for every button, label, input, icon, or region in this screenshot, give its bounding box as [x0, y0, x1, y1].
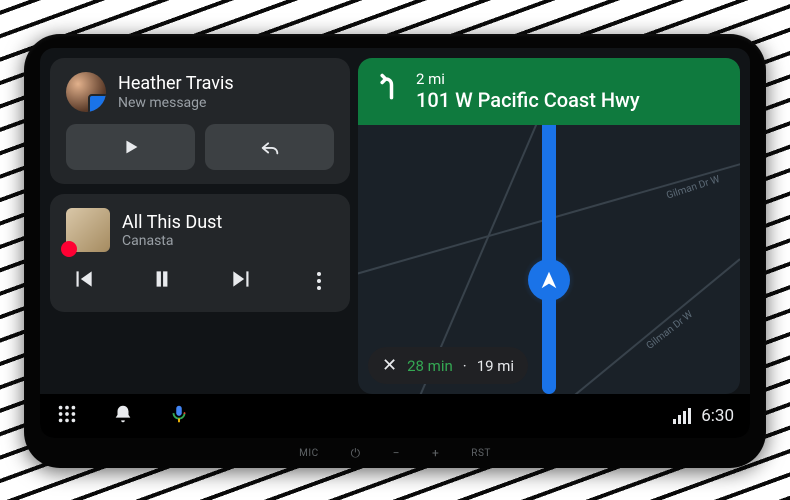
- hw-reset-label[interactable]: RST: [471, 448, 491, 459]
- dashboard-content: Heather Travis New message: [40, 48, 750, 394]
- assistant-button[interactable]: [168, 403, 190, 429]
- notifications-button[interactable]: [112, 403, 134, 429]
- notification-status: New message: [118, 95, 234, 111]
- media-card[interactable]: All This Dust Canasta: [50, 194, 350, 312]
- pause-button[interactable]: [149, 266, 175, 296]
- signal-strength-icon: [673, 408, 691, 424]
- head-unit-device: Heather Travis New message: [24, 34, 766, 468]
- track-title: All This Dust: [122, 212, 222, 233]
- bell-icon: [112, 403, 134, 425]
- sender-name: Heather Travis: [118, 73, 234, 96]
- current-location-marker: [521, 252, 577, 308]
- street-label: Gilman Dr W: [665, 174, 721, 202]
- play-icon: [120, 136, 142, 158]
- previous-track-button[interactable]: [70, 266, 96, 296]
- hw-power-label[interactable]: ⏻: [351, 446, 361, 461]
- sender-avatar: [66, 72, 106, 112]
- turn-left-icon: [374, 72, 402, 100]
- hw-mic-label: MIC: [299, 448, 318, 459]
- eta-distance: 19 mi: [477, 357, 514, 375]
- clock: 6:30: [701, 406, 734, 426]
- skip-next-icon: [229, 266, 255, 292]
- reply-button[interactable]: [205, 124, 334, 170]
- navigation-arrow-icon: [538, 269, 560, 291]
- system-bar: 6:30: [40, 394, 750, 438]
- reply-icon: [259, 136, 281, 158]
- left-column: Heather Travis New message: [50, 58, 350, 394]
- screen: Heather Travis New message: [40, 48, 750, 438]
- close-icon[interactable]: ✕: [382, 355, 397, 376]
- track-artist: Canasta: [122, 233, 222, 249]
- eta-pill[interactable]: ✕ 28 min · 19 mi: [368, 347, 528, 384]
- play-message-button[interactable]: [66, 124, 195, 170]
- street-label: Gilman Dr W: [645, 309, 696, 352]
- album-art: [66, 208, 110, 252]
- navigation-banner[interactable]: 2 mi 101 W Pacific Coast Hwy: [358, 58, 740, 125]
- skip-previous-icon: [70, 266, 96, 292]
- app-launcher-button[interactable]: [56, 403, 78, 429]
- hw-vol-up-label[interactable]: +: [432, 446, 439, 460]
- more-options-button[interactable]: [308, 272, 330, 290]
- apps-grid-icon: [56, 403, 78, 425]
- mic-icon: [168, 403, 190, 425]
- eta-time: 28 min: [407, 357, 453, 375]
- hardware-buttons: MIC ⏻ − + RST: [24, 442, 766, 464]
- maneuver-road: 101 W Pacific Coast Hwy: [416, 88, 640, 113]
- notification-card[interactable]: Heather Travis New message: [50, 58, 350, 184]
- hw-vol-down-label[interactable]: −: [393, 446, 400, 460]
- pause-icon: [149, 266, 175, 292]
- map-panel[interactable]: Gilman Dr W Gilman Dr W 2 mi 101 W Pacif…: [358, 58, 740, 394]
- next-track-button[interactable]: [229, 266, 255, 296]
- maneuver-distance: 2 mi: [416, 70, 640, 88]
